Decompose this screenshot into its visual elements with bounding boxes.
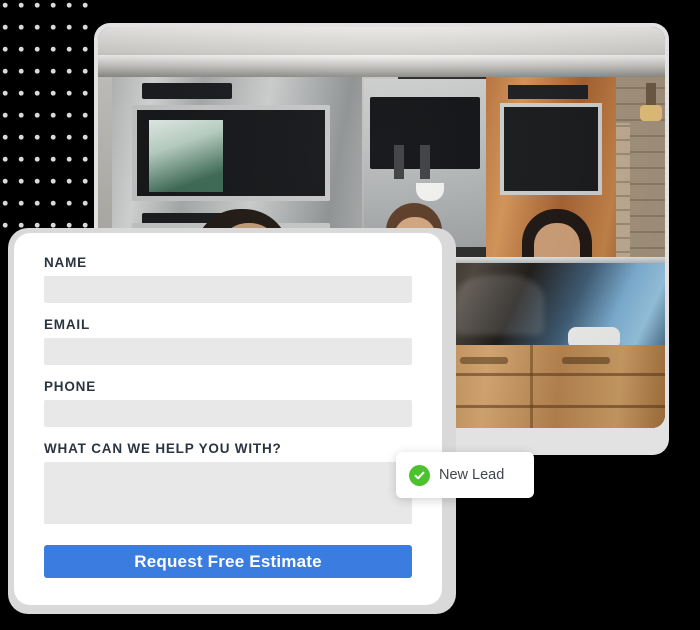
new-lead-label: New Lead: [439, 467, 505, 483]
email-label: EMAIL: [44, 317, 90, 332]
request-free-estimate-button[interactable]: Request Free Estimate: [44, 545, 412, 578]
message-label: WHAT CAN WE HELP YOU WITH?: [44, 441, 282, 456]
lead-capture-form: NAME EMAIL PHONE WHAT CAN WE HELP YOU WI…: [14, 233, 442, 605]
name-input[interactable]: [44, 276, 412, 303]
dot-grid-decoration: [0, 0, 96, 232]
phone-input[interactable]: [44, 400, 412, 427]
phone-field-group: PHONE: [44, 379, 412, 441]
message-field-group: WHAT CAN WE HELP YOU WITH?: [44, 441, 412, 545]
screenshot-stage: NAME EMAIL PHONE WHAT CAN WE HELP YOU WI…: [0, 0, 700, 630]
name-label: NAME: [44, 255, 87, 270]
email-input[interactable]: [44, 338, 412, 365]
check-circle-icon: [409, 464, 430, 486]
message-textarea[interactable]: [44, 462, 412, 524]
email-field-group: EMAIL: [44, 317, 412, 379]
new-lead-toast[interactable]: New Lead: [396, 452, 534, 498]
phone-label: PHONE: [44, 379, 97, 394]
name-field-group: NAME: [44, 255, 412, 317]
